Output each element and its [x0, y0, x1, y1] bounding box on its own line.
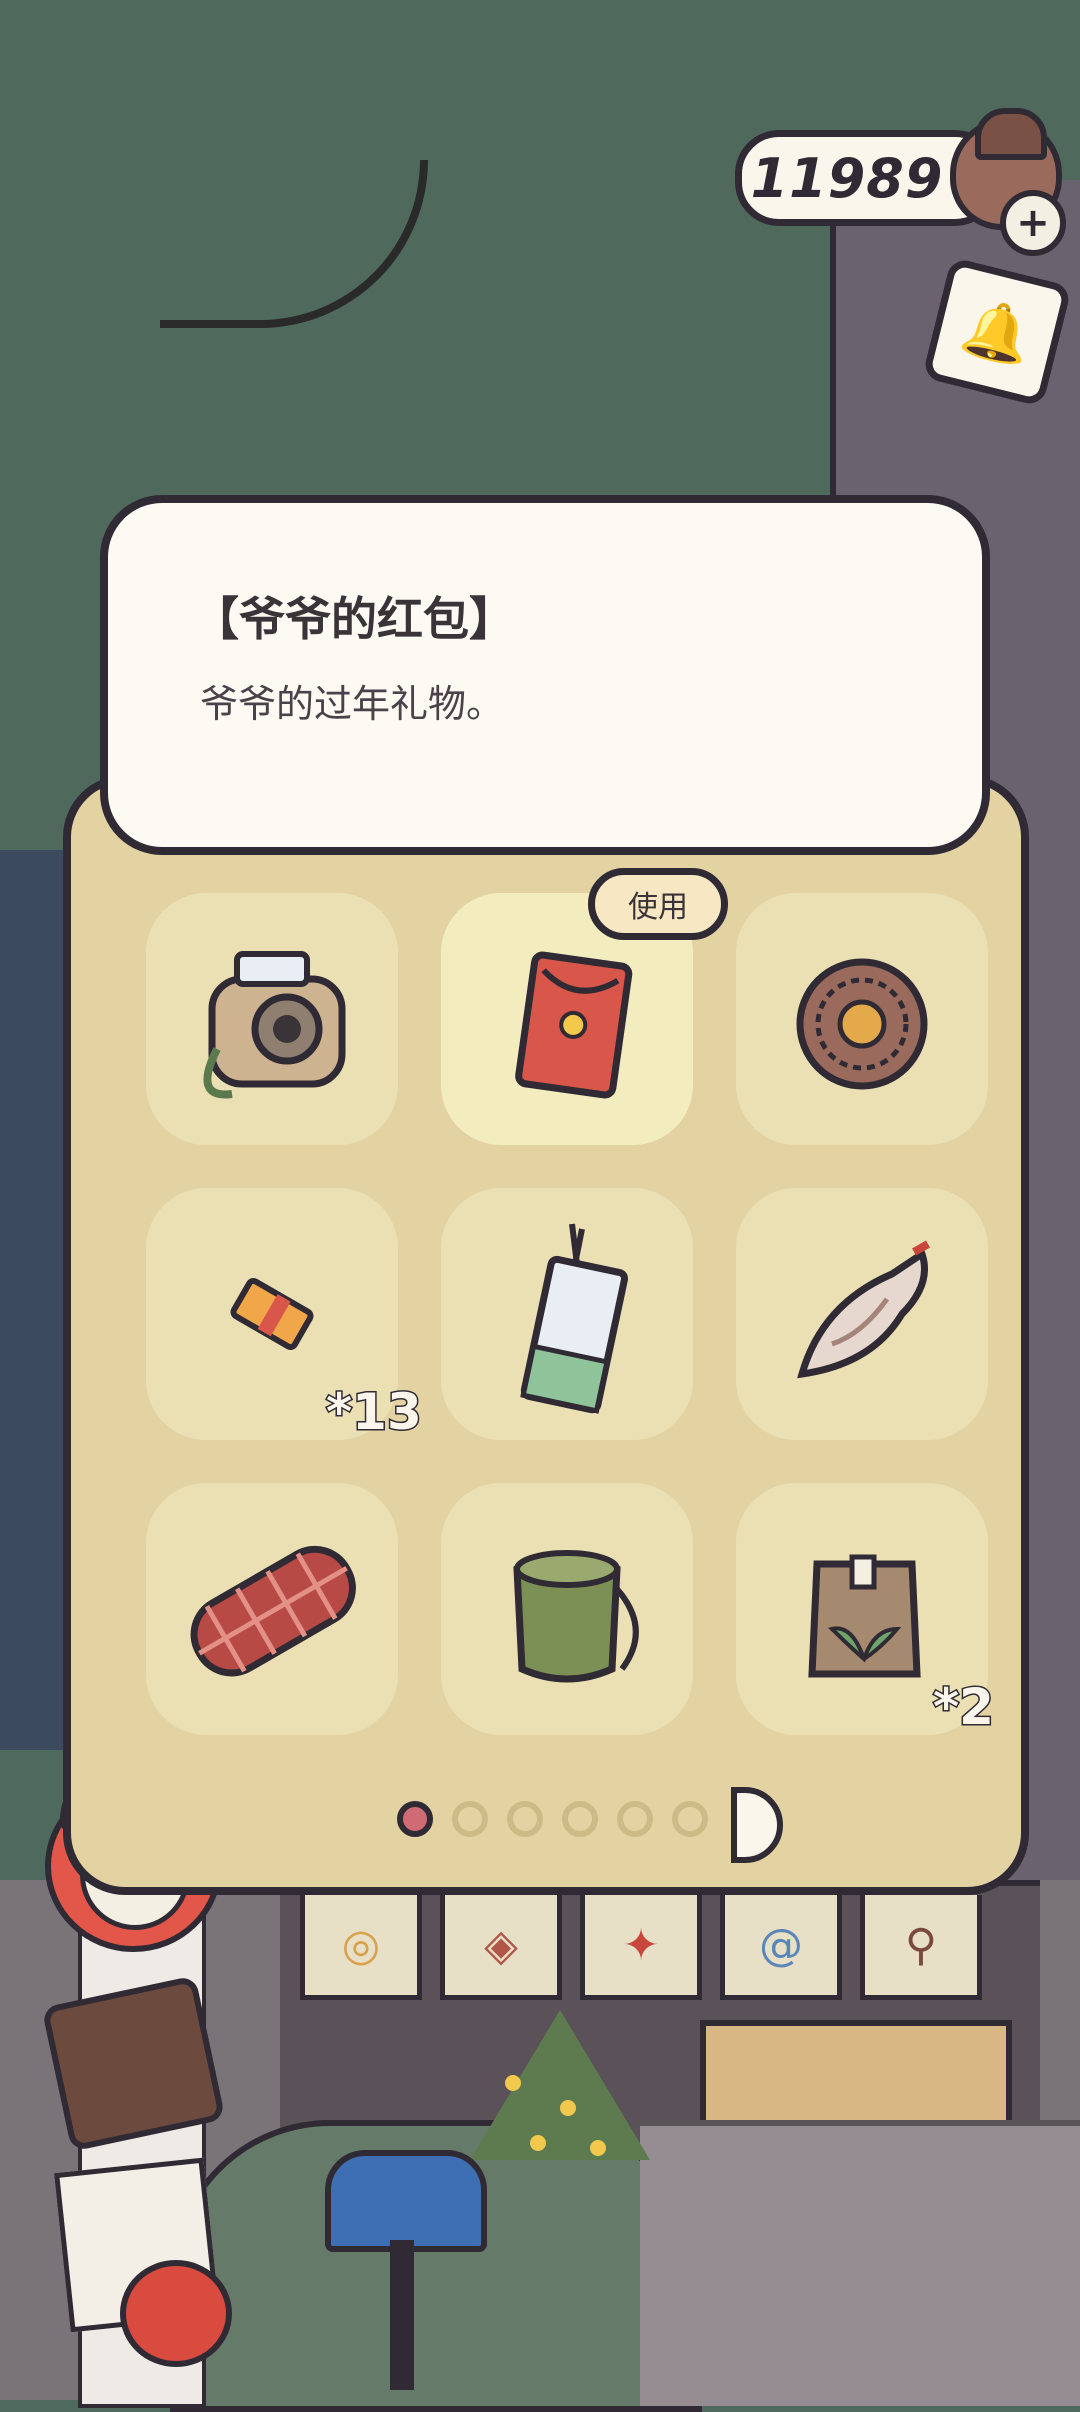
red-envelope-icon [515, 951, 633, 1099]
snail-flag-icon[interactable]: @ [720, 1895, 842, 2000]
blanket-icon [190, 1545, 356, 1677]
tree-light [505, 2075, 521, 2091]
mailbox-post [390, 2240, 414, 2390]
item-description: 爷爷的过年礼物。 [200, 682, 505, 726]
inventory-slot[interactable] [736, 893, 988, 1145]
item-quantity: *2 [932, 1677, 996, 1738]
mailbox-icon[interactable] [325, 2150, 487, 2252]
page-dot[interactable] [562, 1801, 598, 1837]
tree-light [560, 2100, 576, 2116]
page-dot[interactable] [452, 1801, 488, 1837]
page-dot[interactable] [507, 1801, 543, 1837]
page-dot-active[interactable] [397, 1801, 433, 1837]
page-dot[interactable] [672, 1801, 708, 1837]
use-button[interactable]: 使用 [588, 868, 728, 940]
seashell-icon [797, 1240, 930, 1379]
pouch-icon [513, 1550, 639, 1683]
tree-light [590, 2140, 606, 2156]
leaf-flag-icon[interactable]: ◈ [440, 1895, 562, 2000]
inventory-slot[interactable] [146, 893, 398, 1145]
candy-flag-icon[interactable]: ✦ [580, 1895, 702, 2000]
yarn-flag-icon[interactable]: ◎ [300, 1895, 422, 2000]
page-dot[interactable] [617, 1801, 653, 1837]
apple-icon[interactable] [120, 2260, 232, 2367]
ticket-icon [230, 1278, 314, 1350]
item-quantity: *13 [325, 1382, 424, 1443]
acorn-cap [975, 108, 1047, 160]
stone-path [640, 2120, 1080, 2406]
inventory-slot[interactable] [441, 1483, 693, 1735]
magnifier-flag-icon[interactable]: ⚲ [860, 1895, 982, 2000]
add-currency-button[interactable]: + [1000, 190, 1066, 256]
currency-value: 11989 [750, 146, 944, 210]
plus-icon: + [1016, 200, 1050, 246]
item-detail-card: 【爷爷的红包】 爷爷的过年礼物。 [100, 495, 990, 855]
item-title: 【爷爷的红包】 [193, 592, 515, 646]
inventory-slot[interactable] [146, 1483, 398, 1735]
inventory-panel: *13 *2 [63, 775, 1029, 1895]
next-page-arrow-icon[interactable] [731, 1787, 783, 1863]
camera-icon [203, 951, 346, 1099]
coin-icon [796, 958, 928, 1090]
inventory-slot[interactable] [736, 1188, 988, 1440]
tag-icon [520, 1223, 629, 1414]
seed-bag-icon [808, 1554, 921, 1678]
inventory-slot[interactable] [441, 1188, 693, 1440]
christmas-tree-icon[interactable] [470, 2010, 650, 2160]
tree-light [530, 2135, 546, 2151]
